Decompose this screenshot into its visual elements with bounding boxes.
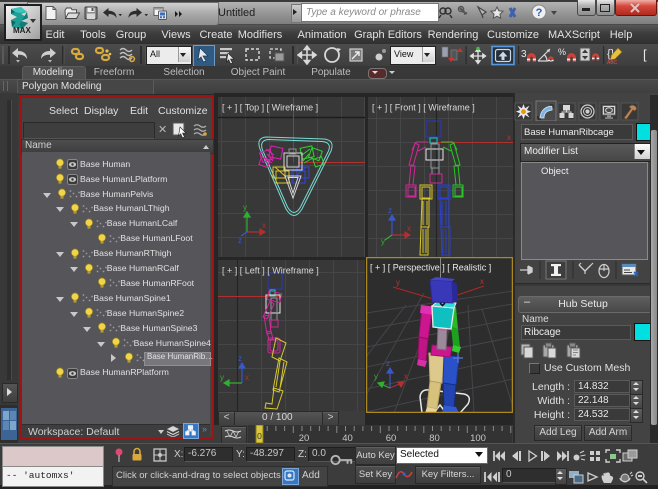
svg-text:x: x [404, 372, 408, 381]
svg-text:y: y [396, 278, 400, 287]
svg-text:z: z [388, 206, 392, 215]
svg-text:z: z [238, 236, 242, 245]
svg-text:80: 80 [429, 433, 440, 443]
svg-text:3: 3 [521, 49, 527, 60]
svg-text:y: y [220, 373, 224, 382]
svg-text:[ + ] [ Left ] [ Wireframe ]: [ + ] [ Left ] [ Wireframe ] [222, 266, 319, 276]
svg-text:0: 0 [257, 431, 262, 441]
svg-text:[ + ] [ Front ] [ Wireframe ]: [ + ] [ Front ] [ Wireframe ] [372, 103, 475, 113]
svg-text:x: x [407, 224, 411, 233]
svg-text:[ + ] [ Perspective ] [ Realis: [ + ] [ Perspective ] [ Realistic ] [370, 263, 491, 273]
svg-text:y: y [243, 203, 247, 212]
svg-text:x: x [245, 373, 249, 382]
svg-text:40: 40 [342, 433, 353, 443]
svg-text:z: z [238, 354, 242, 363]
svg-text:y: y [381, 237, 385, 246]
svg-text:x: x [507, 133, 511, 142]
svg-text:x: x [480, 277, 484, 286]
svg-text:?: ? [536, 7, 543, 19]
svg-text:%: % [558, 47, 566, 57]
svg-text:[: [ [643, 47, 647, 62]
svg-text:y: y [374, 372, 378, 381]
svg-text:60: 60 [386, 433, 397, 443]
svg-text:[ + ] [ Top ] [ Wireframe ]: [ + ] [ Top ] [ Wireframe ] [222, 103, 318, 113]
svg-text:z: z [386, 359, 390, 368]
svg-text:x: x [262, 221, 266, 230]
svg-text:100: 100 [470, 433, 486, 443]
svg-text:20: 20 [299, 433, 310, 443]
